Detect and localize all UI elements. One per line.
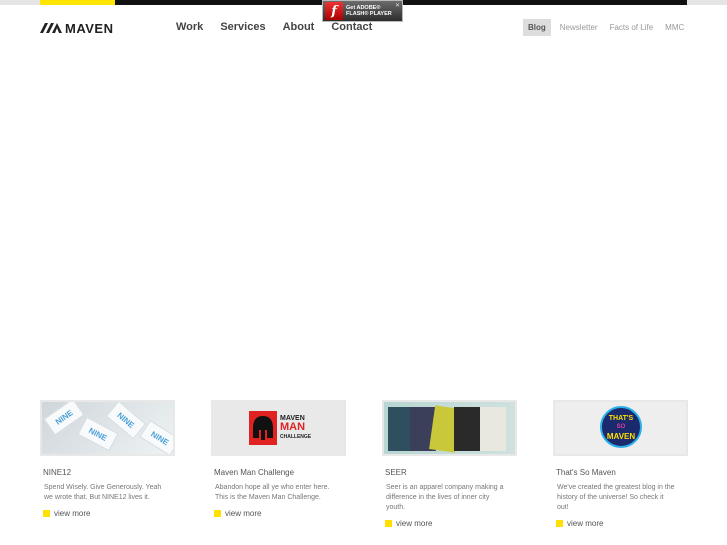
wordmark-line2: MAN xyxy=(280,421,306,433)
maven-logo[interactable]: MAVEN xyxy=(40,20,113,36)
square-bullet-icon xyxy=(556,520,563,527)
view-more-label: view more xyxy=(567,519,604,528)
view-more-link[interactable]: view more xyxy=(382,519,517,528)
nav-about[interactable]: About xyxy=(283,21,315,33)
nav-contact[interactable]: Contact xyxy=(331,21,372,33)
square-bullet-icon xyxy=(385,520,392,527)
view-more-link[interactable]: view more xyxy=(40,509,175,518)
flash-badge-text: Get ADOBE® FLASH® PLAYER xyxy=(346,5,392,17)
project-thumbnail[interactable]: THAT'S SO MAVEN xyxy=(553,400,688,456)
view-more-label: view more xyxy=(396,519,433,528)
project-card-nine12: NINE NINE NINE NINE NINE12 Spend Wisely.… xyxy=(40,400,175,518)
nav-blog[interactable]: Blog xyxy=(523,19,551,36)
nav-mmc[interactable]: MMC xyxy=(662,20,687,35)
card-description: Seer is an apparel company making a diff… xyxy=(386,484,504,511)
brand-name: MAVEN xyxy=(65,20,114,36)
flash-player-icon: f xyxy=(325,2,343,20)
project-card-maven-man-challenge: MAVEN MAN CHALLENGE Maven Man Challenge … xyxy=(211,400,346,518)
badge-line2: SO xyxy=(616,423,626,430)
challenge-wordmark: MAVEN MAN CHALLENGE xyxy=(280,415,311,441)
tshirt-image xyxy=(480,407,506,451)
spartan-helmet-icon xyxy=(249,411,277,445)
featured-projects: NINE NINE NINE NINE NINE12 Spend Wisely.… xyxy=(40,400,688,540)
square-bullet-icon xyxy=(43,510,50,517)
project-thumbnail[interactable] xyxy=(382,400,517,456)
view-more-label: view more xyxy=(225,509,262,518)
card-title: SEER xyxy=(385,468,407,477)
view-more-link[interactable]: view more xyxy=(211,509,346,518)
nav-facts-of-life[interactable]: Facts of Life xyxy=(607,20,657,35)
card-description: We've created the greatest blog in the h… xyxy=(557,484,675,511)
get-flash-player-badge[interactable]: f Get ADOBE® FLASH® PLAYER ✕ xyxy=(322,0,403,22)
top-bar-highlight xyxy=(40,0,115,5)
tshirt-image xyxy=(454,407,480,451)
card-title: NINE12 xyxy=(43,468,72,477)
nav-services[interactable]: Services xyxy=(220,21,265,33)
nav-work[interactable]: Work xyxy=(176,21,203,33)
main-nav: Work Services About Contact xyxy=(176,21,372,33)
project-card-seer: SEER Seer is an apparel company making a… xyxy=(382,400,517,528)
project-card-thats-so-maven: THAT'S SO MAVEN That's So Maven We've cr… xyxy=(553,400,688,528)
card-title: Maven Man Challenge xyxy=(214,468,295,477)
secondary-nav: Blog Newsletter Facts of Life MMC xyxy=(523,19,687,36)
thats-so-maven-badge: THAT'S SO MAVEN xyxy=(600,406,642,448)
card-description: Abandon hope all ye who enter here. This… xyxy=(215,484,330,501)
flash-badge-line2: FLASH® PLAYER xyxy=(346,11,392,17)
maven-chevron-icon xyxy=(40,23,62,33)
nav-newsletter[interactable]: Newsletter xyxy=(557,20,601,35)
square-bullet-icon xyxy=(214,510,221,517)
view-more-link[interactable]: view more xyxy=(553,519,688,528)
card-title: That's So Maven xyxy=(556,468,616,477)
close-icon[interactable]: ✕ xyxy=(395,2,400,9)
card-description: Spend Wisely. Give Generously. Yeah we w… xyxy=(44,484,162,501)
view-more-label: view more xyxy=(54,509,91,518)
badge-line1: THAT'S xyxy=(608,414,634,422)
badge-line3: MAVEN xyxy=(606,431,636,441)
wordmark-line3: CHALLENGE xyxy=(280,434,312,440)
project-thumbnail[interactable]: MAVEN MAN CHALLENGE xyxy=(211,400,346,456)
project-thumbnail[interactable]: NINE NINE NINE NINE xyxy=(40,400,175,456)
